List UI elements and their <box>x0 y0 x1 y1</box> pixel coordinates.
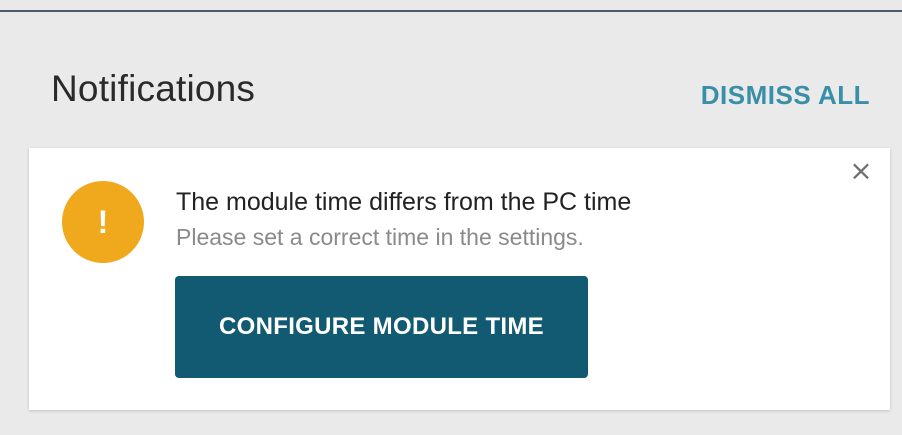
configure-module-time-button[interactable]: CONFIGURE MODULE TIME <box>175 276 588 378</box>
close-icon[interactable]: × <box>846 156 876 186</box>
warning-exclamation-icon: ! <box>62 181 144 263</box>
panel-header: Notifications DISMISS ALL <box>0 54 902 124</box>
notification-title: The module time differs from the PC time <box>176 188 632 216</box>
dismiss-all-button[interactable]: DISMISS ALL <box>701 80 870 111</box>
notification-subtitle: Please set a correct time in the setting… <box>176 224 584 250</box>
notifications-panel: Notifications DISMISS ALL ! × The module… <box>0 14 902 435</box>
notification-card: ! × The module time differs from the PC … <box>29 148 890 410</box>
top-divider <box>0 0 902 12</box>
warning-glyph: ! <box>97 203 109 240</box>
panel-title: Notifications <box>51 68 256 109</box>
